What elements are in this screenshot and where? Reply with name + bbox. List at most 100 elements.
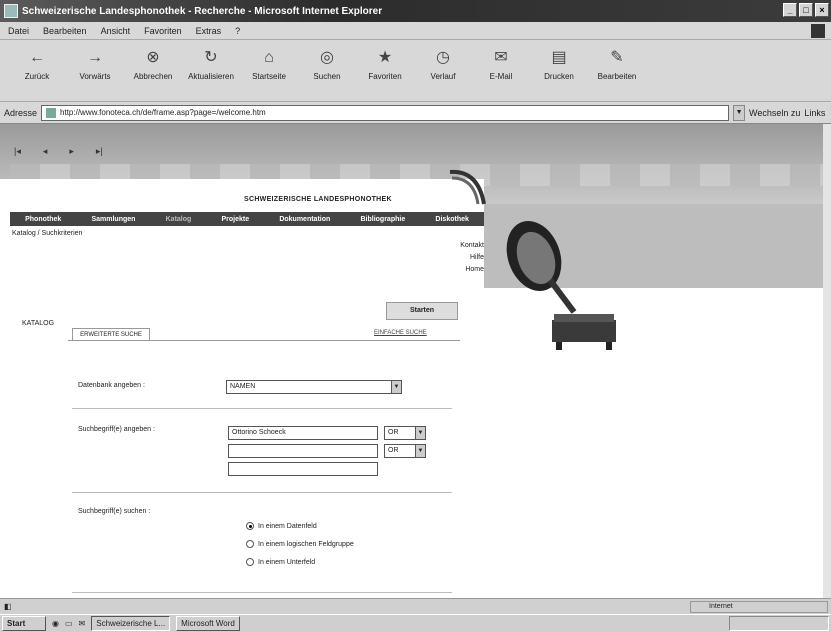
operator-select-1[interactable]: OR ▼ [384, 426, 426, 440]
home-button[interactable]: ⌂ Startseite [242, 46, 296, 98]
start-menu-button[interactable]: Start [2, 616, 46, 631]
system-tray [729, 616, 829, 631]
links-button[interactable]: Links [804, 108, 825, 118]
menu-item-help[interactable]: ? [235, 26, 240, 36]
history-button[interactable]: ◷ Verlauf [416, 46, 470, 98]
page-icon [46, 107, 57, 118]
task-ie-window[interactable]: Schweizerische L... [91, 616, 171, 631]
gramophone-icon [506, 221, 616, 350]
menu-item-ansicht[interactable]: Ansicht [101, 26, 131, 36]
nav-diskothek[interactable]: Diskothek [435, 216, 468, 223]
windows-taskbar: Start ◉ ▭ ✉ Schweizerische L... Microsof… [0, 614, 831, 632]
stop-icon: ⊗ [146, 48, 160, 66]
menu-item-datei[interactable]: Datei [8, 26, 29, 36]
site-logo-text: SCHWEIZERISCHE LANDESPHONOTHEK [244, 196, 392, 203]
chevron-down-icon: ▼ [415, 427, 425, 439]
quicklaunch-desktop-icon[interactable]: ▭ [65, 619, 73, 628]
katalog-label: KATALOG [22, 320, 55, 327]
link-home[interactable]: Home [440, 264, 484, 276]
vertical-scrollbar[interactable] [823, 124, 831, 598]
history-icon: ◷ [436, 48, 450, 66]
nav-first-icon[interactable]: |◂ [14, 146, 21, 157]
radio-dot [246, 540, 254, 548]
refresh-button[interactable]: ↻ Aktualisieren [184, 46, 238, 98]
favorites-button[interactable]: ★ Favoriten [358, 46, 412, 98]
menu-item-extras[interactable]: Extras [196, 26, 222, 36]
window-controls: _ □ × [783, 3, 829, 17]
forward-button[interactable]: → Vorwärts [68, 46, 122, 98]
window-title: Schweizerische Landesphonothek - Recherc… [22, 5, 383, 17]
breadcrumb: Katalog / Suchkriterien [12, 230, 83, 237]
ie-app-icon [4, 4, 18, 18]
suchbegriff-input-1[interactable]: Ottorino Schoeck [228, 426, 378, 440]
suchbegriff-input-2[interactable] [228, 444, 378, 458]
address-url: http://www.fonoteca.ch/de/frame.asp?page… [60, 107, 266, 117]
nav-bibliographie[interactable]: Bibliographie [360, 216, 405, 223]
nav-projekte[interactable]: Projekte [222, 216, 250, 223]
divider [72, 492, 452, 493]
nav-sammlungen[interactable]: Sammlungen [91, 216, 135, 223]
home-icon: ⌂ [264, 48, 274, 66]
datenbank-label: Datenbank angeben : [78, 382, 145, 389]
nav-phonothek[interactable]: Phonothek [25, 216, 61, 223]
go-button[interactable]: Wechseln zu [749, 108, 800, 118]
link-kontakt[interactable]: Kontakt [440, 240, 484, 252]
nav-dokumentation[interactable]: Dokumentation [279, 216, 330, 223]
forward-arrow-icon: → [87, 48, 103, 66]
status-page-icon: ◧ [4, 602, 12, 611]
print-icon: ▤ [551, 48, 567, 66]
window-title-bar: Schweizerische Landesphonothek - Recherc… [0, 0, 831, 22]
logo-area [0, 179, 484, 210]
print-button[interactable]: ▤ Drucken [532, 46, 586, 98]
mail-icon: ✉ [494, 48, 508, 66]
site-nav: Phonothek Sammlungen Katalog Projekte Do… [10, 212, 484, 226]
nav-last-icon[interactable]: ▸| [96, 146, 103, 157]
suchbegriff-label: Suchbegriff(e) angeben : [78, 426, 155, 433]
menu-item-favoriten[interactable]: Favoriten [144, 26, 182, 36]
quicklaunch-ie-icon[interactable]: ◉ [52, 619, 59, 628]
radio-feldgruppe[interactable]: In einem logischen Feldgruppe [246, 540, 354, 548]
task-word-window[interactable]: Microsoft Word [176, 616, 240, 631]
divider [72, 408, 452, 409]
address-input[interactable]: http://www.fonoteca.ch/de/frame.asp?page… [41, 104, 730, 121]
browser-toolbar: ← Zurück → Vorwärts ⊗ Abbrechen ↻ Aktualisie… [0, 40, 831, 102]
banner-nav-icons: |◂ ◂ ▸ ▸| [14, 146, 103, 157]
chevron-down-icon: ▼ [391, 381, 401, 393]
edit-icon: ✎ [610, 48, 624, 66]
einfache-suche-link[interactable]: EINFACHE SUCHE [374, 330, 427, 336]
suchen-label: Suchbegriff(e) suchen : [78, 508, 151, 515]
suchbegriff-input-3[interactable] [228, 462, 378, 476]
link-hilfe[interactable]: Hilfe [440, 252, 484, 264]
datenbank-select[interactable]: NAMEN ▼ [226, 380, 402, 394]
minimize-icon[interactable]: _ [783, 3, 797, 17]
nav-next-icon[interactable]: ▸ [69, 146, 74, 157]
mail-button[interactable]: ✉ E-Mail [474, 46, 528, 98]
security-zone: Internet [690, 601, 828, 613]
nav-katalog[interactable]: Katalog [166, 216, 192, 223]
nav-prev-icon[interactable]: ◂ [43, 146, 48, 157]
edit-button[interactable]: ✎ Bearbeiten [590, 46, 644, 98]
back-button[interactable]: ← Zurück [10, 46, 64, 98]
favorites-icon: ★ [377, 48, 393, 66]
start-button[interactable]: Starten [386, 302, 458, 320]
status-bar: ◧ Internet [0, 598, 831, 614]
divider [72, 592, 452, 593]
address-dropdown-icon[interactable]: ▼ [733, 104, 746, 121]
menu-bar: Datei Bearbeiten Ansicht Favoriten Extra… [0, 22, 831, 40]
address-label: Adresse [4, 107, 38, 118]
radio-datenfeld[interactable]: In einem Datenfeld [246, 522, 317, 530]
menu-item-bearbeiten[interactable]: Bearbeiten [43, 26, 87, 36]
address-bar: Adresse http://www.fonoteca.ch/de/frame.… [0, 102, 831, 124]
radio-dot [246, 522, 254, 530]
maximize-icon[interactable]: □ [799, 3, 813, 17]
ie-throbber-icon [811, 24, 825, 38]
close-icon[interactable]: × [815, 3, 829, 17]
quicklaunch-mail-icon[interactable]: ✉ [79, 619, 86, 628]
page-viewport: |◂ ◂ ▸ ▸| SCHWEIZERISCHE LANDESPHONOTHEK… [0, 124, 831, 598]
search-icon: ◎ [320, 48, 334, 66]
radio-unterfeld[interactable]: In einem Unterfeld [246, 558, 315, 566]
operator-select-2[interactable]: OR ▼ [384, 444, 426, 458]
tab-underline [68, 340, 460, 341]
search-button[interactable]: ◎ Suchen [300, 46, 354, 98]
stop-button[interactable]: ⊗ Abbrechen [126, 46, 180, 98]
